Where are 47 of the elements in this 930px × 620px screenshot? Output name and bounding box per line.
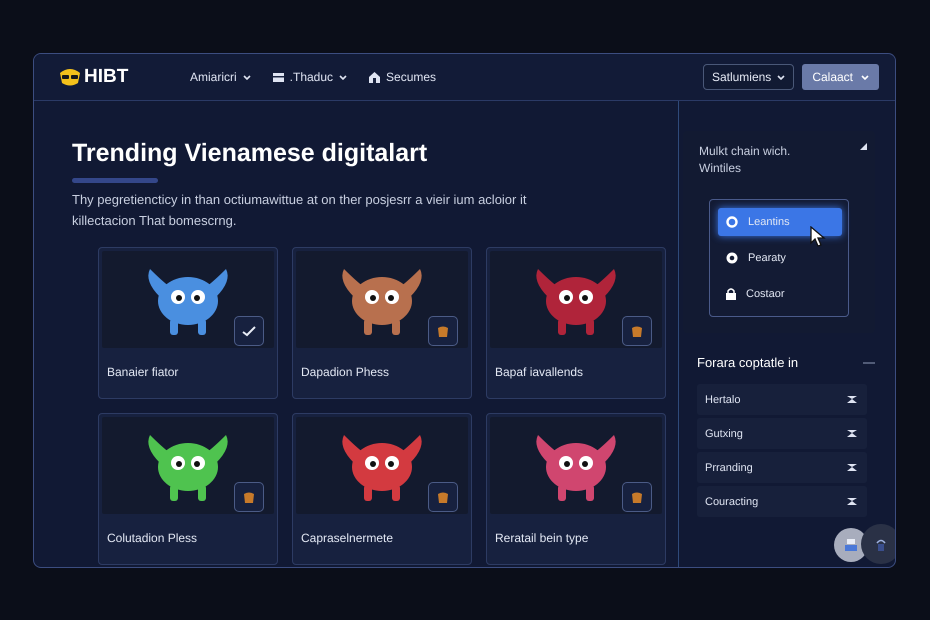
nft-card[interactable]: Colutadion Pless [98, 413, 278, 565]
nav-menu-item[interactable]: Amiaricri [190, 70, 251, 84]
card-title: Colutadion Pless [106, 530, 198, 545]
page-title: Trending Vienamese digitalart [72, 139, 428, 168]
collapse-icon [847, 464, 857, 471]
nft-card[interactable]: Capraselnermete [292, 413, 472, 565]
caret-icon [861, 74, 869, 80]
section-title: Forara coptatle in [697, 355, 798, 370]
panel-title: Mulkt chain wich. Wintiles [699, 143, 792, 177]
nav-menu-item[interactable]: Secumes [369, 70, 436, 84]
page-description: Thy pegretiencticy in than octiumawittue at on ther posjesrr a vieir ium acloior it killectacion That bomescrng. [72, 191, 528, 230]
nft-card[interactable]: Bapaf iavallends [486, 247, 666, 399]
select-dropdown[interactable]: Satlumiens [702, 64, 794, 90]
nft-card[interactable]: Banaier fiator [98, 247, 278, 399]
wallet-icon [845, 539, 857, 551]
nft-card[interactable]: Reratail bein type [486, 413, 666, 565]
connect-button[interactable]: Calaact [802, 64, 879, 90]
signal-icon [875, 537, 887, 551]
card-title: Banaier fiator [106, 364, 180, 379]
menu-item[interactable]: Pearaty [718, 244, 842, 272]
caret-icon [242, 74, 251, 80]
caret-icon [777, 74, 786, 80]
collapse-icon [847, 430, 857, 437]
nft-card[interactable]: Dapadion Phess [292, 247, 472, 399]
card-title: Capraselnermete [300, 530, 394, 545]
list-item[interactable]: Couracting [697, 486, 867, 517]
house-icon [369, 72, 380, 82]
list-item[interactable]: Prranding [697, 452, 867, 483]
gear-icon [726, 252, 738, 264]
cursor-icon [810, 226, 826, 248]
ring-icon [726, 216, 738, 228]
card-title: Dapadion Phess [300, 364, 390, 379]
nav-menu-item[interactable]: .Thaduc [272, 70, 348, 84]
card-title: Reratail bein type [494, 530, 590, 545]
card-icon [272, 72, 284, 82]
logo-icon [58, 67, 82, 87]
collapse-icon [847, 498, 857, 505]
caret-icon [339, 74, 348, 80]
collapse-icon [847, 396, 857, 403]
resize-icon [860, 143, 867, 150]
logo-text[interactable]: HIBT [84, 66, 128, 88]
menu-item[interactable]: Costaor [718, 280, 842, 308]
lock-icon [726, 288, 736, 300]
list-item[interactable]: Hertalo [697, 384, 867, 415]
list-item[interactable]: Gutxing [697, 418, 867, 449]
card-title: Bapaf iavallends [494, 364, 584, 379]
signal-fab-button[interactable] [861, 524, 895, 564]
